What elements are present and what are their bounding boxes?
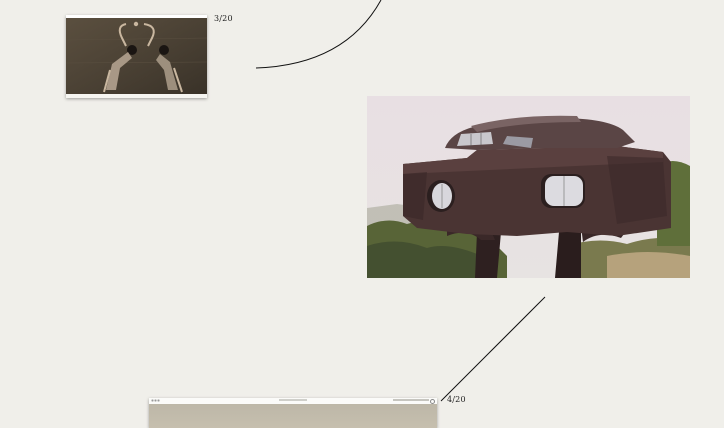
- slide-thumbnail-4[interactable]: [149, 398, 437, 428]
- window-controls-icon: [151, 399, 160, 402]
- brutalist-house-illustration: [367, 96, 690, 278]
- slide-counter-4: 4/20: [447, 395, 466, 404]
- diagonal-connector: [440, 296, 546, 402]
- curved-connector: [255, 0, 382, 69]
- dancers-photo-icon: [66, 18, 207, 94]
- brutalist-house-photo-icon[interactable]: [367, 96, 690, 278]
- dancers-illustration: [66, 18, 207, 94]
- toolbar-links: [393, 399, 429, 401]
- address-bar: [279, 399, 307, 401]
- slide-thumbnail-3[interactable]: [66, 15, 207, 98]
- slide-counter-3: 3/20: [214, 14, 233, 23]
- browser-window-icon: [149, 404, 437, 428]
